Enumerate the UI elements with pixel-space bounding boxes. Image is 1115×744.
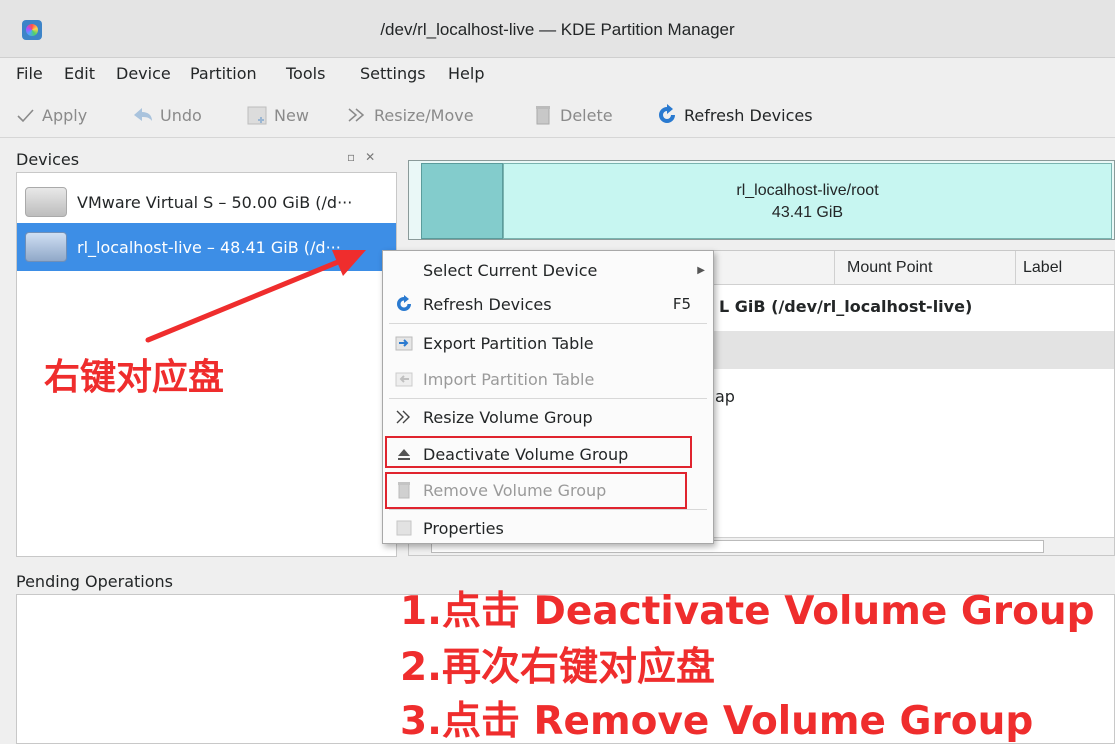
partition-size: 43.41 GiB (771, 204, 844, 221)
menu-item-label: Properties (423, 518, 504, 538)
menubar: File Edit Device Partition Tools Setting… (0, 58, 1115, 92)
device-item-vmware[interactable]: VMware Virtual S – 50.00 GiB (/d··· (17, 178, 396, 226)
volume-group-icon (25, 232, 67, 262)
menu-import-partition-table[interactable]: Import Partition Table (383, 362, 713, 396)
float-panel-icon[interactable]: ▫ (347, 150, 365, 164)
menu-separator (389, 398, 707, 399)
refresh-devices-button[interactable]: Refresh Devices (656, 104, 813, 126)
undo-button[interactable]: Undo (132, 104, 202, 126)
resize-icon (395, 408, 413, 426)
undo-icon (132, 104, 154, 126)
annotation-step-2: 2.再次右键对应盘 (400, 645, 715, 690)
harddisk-icon (25, 187, 67, 217)
column-divider (1015, 251, 1016, 285)
new-button[interactable]: New (246, 104, 309, 126)
main-toolbar: Apply Undo New Resize/Move Delete Refres… (0, 92, 1115, 138)
apply-button[interactable]: Apply (14, 104, 87, 126)
column-mount-point[interactable]: Mount Point (847, 259, 932, 277)
menu-item-label: Refresh Devices (423, 294, 552, 314)
resize-move-button[interactable]: Resize/Move (346, 104, 474, 126)
resize-icon (346, 104, 368, 126)
device-row-text[interactable]: L GiB (/dev/rl_localhost-live) (719, 297, 972, 316)
menu-properties[interactable]: Properties (383, 511, 713, 545)
delete-button[interactable]: Delete (532, 104, 613, 126)
import-icon (395, 370, 413, 388)
submenu-arrow-icon: ▶ (697, 264, 705, 276)
window-titlebar: /dev/rl_localhost-live — KDE Partition M… (0, 0, 1115, 58)
shortcut-label: F5 (672, 295, 691, 313)
highlight-remove (385, 472, 687, 509)
partition-graph: rl_localhost-live/root 43.41 GiB (408, 160, 1115, 240)
menu-item-label: Select Current Device (423, 260, 598, 280)
menu-item-label: Export Partition Table (423, 333, 594, 353)
delete-label: Delete (560, 105, 613, 125)
menu-refresh-devices[interactable]: Refresh Devices F5 (383, 287, 713, 321)
menu-device[interactable]: Device (116, 64, 171, 83)
trash-icon (532, 104, 554, 126)
partition-block-swap[interactable] (421, 163, 503, 239)
menu-tools[interactable]: Tools (286, 64, 325, 83)
menu-separator (389, 509, 707, 510)
annotation-step-3: 3.点击 Remove Volume Group (400, 699, 1034, 744)
swap-row-text[interactable]: ap (715, 387, 735, 406)
right-click-hint: 右键对应盘 (44, 357, 225, 398)
menu-item-label: Resize Volume Group (423, 407, 593, 427)
resize-move-label: Resize/Move (374, 105, 474, 125)
menu-item-label: Import Partition Table (423, 369, 595, 389)
close-panel-icon[interactable]: ✕ (365, 150, 385, 164)
export-icon (395, 334, 413, 352)
refresh-icon (395, 295, 413, 313)
menu-edit[interactable]: Edit (64, 64, 95, 83)
menu-help[interactable]: Help (448, 64, 484, 83)
new-partition-icon (246, 104, 268, 126)
partition-block-root[interactable]: rl_localhost-live/root 43.41 GiB (503, 163, 1112, 239)
refresh-icon (656, 104, 678, 126)
undo-label: Undo (160, 105, 202, 125)
menu-resize-volume-group[interactable]: Resize Volume Group (383, 400, 713, 434)
device-item-rl-localhost-live[interactable]: rl_localhost-live – 48.41 GiB (/d··· (17, 223, 396, 271)
column-label[interactable]: Label (1023, 259, 1062, 277)
devices-panel-title: Devices (16, 150, 80, 169)
device-label: VMware Virtual S – 50.00 GiB (/d··· (77, 192, 353, 212)
properties-icon (395, 519, 413, 537)
menu-partition[interactable]: Partition (190, 64, 257, 83)
menu-select-current-device[interactable]: Select Current Device ▶ (383, 253, 713, 287)
refresh-devices-label: Refresh Devices (684, 105, 813, 125)
partition-name: rl_localhost-live/root (736, 182, 879, 199)
annotation-step-1: 1.点击 Deactivate Volume Group (400, 589, 1095, 634)
menu-file[interactable]: File (16, 64, 43, 83)
device-label: rl_localhost-live – 48.41 GiB (/d··· (77, 237, 341, 257)
check-icon (14, 104, 36, 126)
pending-operations-title: Pending Operations (16, 572, 174, 591)
highlight-deactivate (385, 436, 692, 468)
column-divider (834, 251, 835, 285)
panel-controls: ▫✕ (347, 150, 385, 164)
window-title: /dev/rl_localhost-live — KDE Partition M… (380, 20, 735, 39)
menu-settings[interactable]: Settings (360, 64, 426, 83)
menu-separator (389, 323, 707, 324)
menu-export-partition-table[interactable]: Export Partition Table (383, 326, 713, 360)
new-label: New (274, 105, 309, 125)
apply-label: Apply (42, 105, 88, 125)
